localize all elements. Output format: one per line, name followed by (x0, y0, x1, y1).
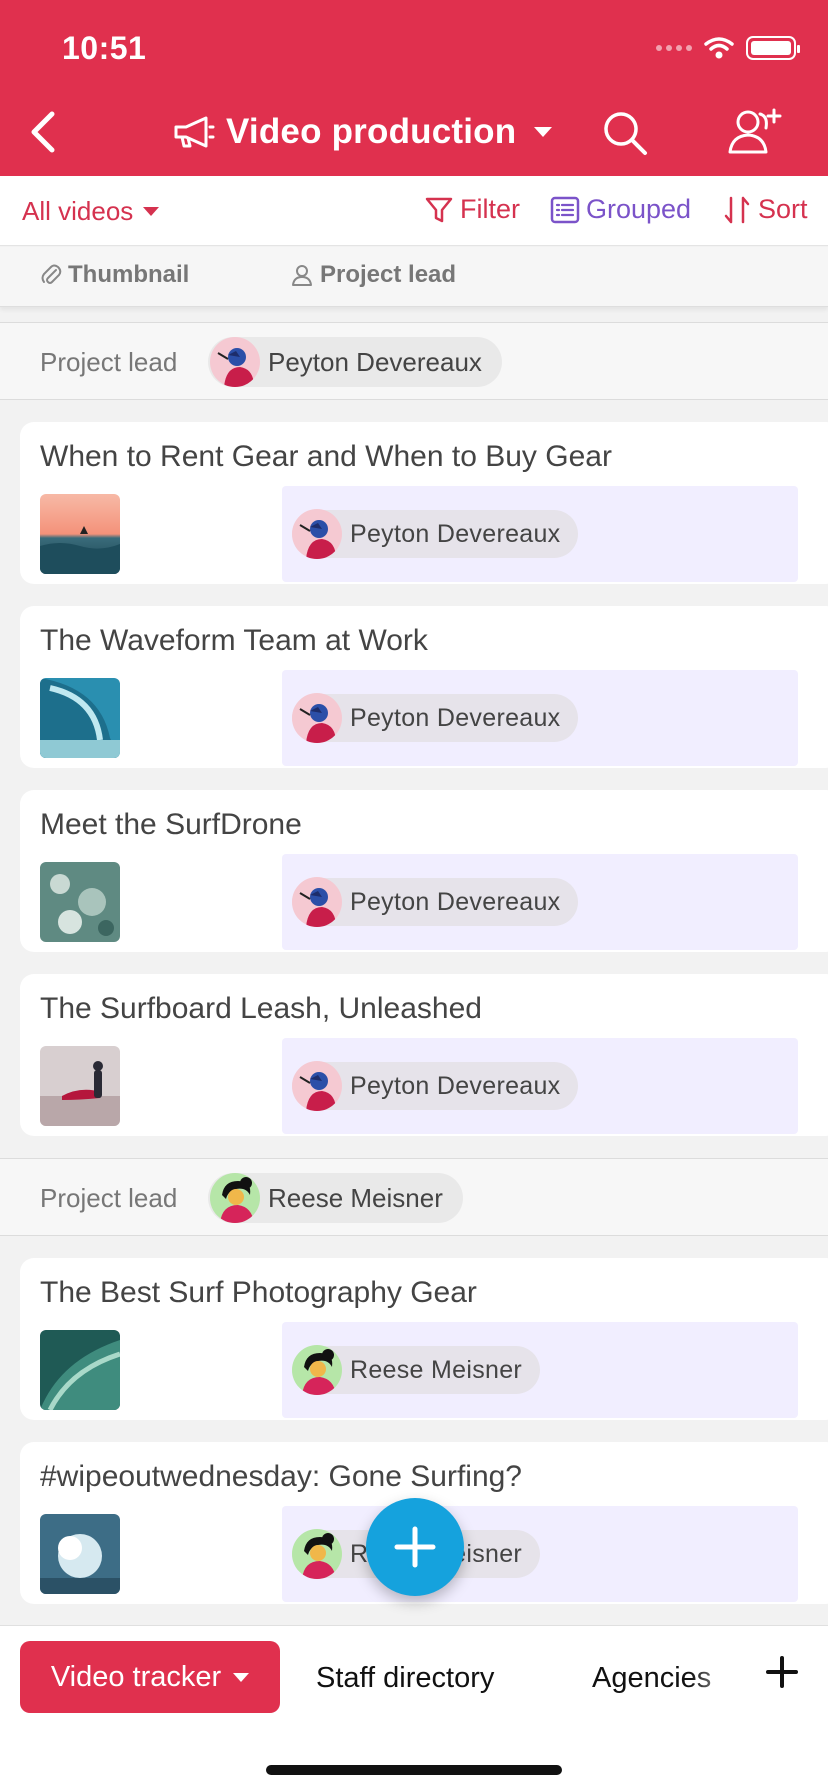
plus-icon (394, 1526, 436, 1568)
record-title: The Waveform Team at Work (40, 624, 428, 657)
megaphone-icon (174, 116, 215, 148)
avatar (292, 1529, 342, 1579)
avatar (292, 693, 342, 743)
base-title-dropdown[interactable]: Video production (172, 106, 553, 158)
view-toolbar: All videos Filter Grouped Sort (0, 176, 828, 246)
share-button[interactable] (726, 106, 784, 158)
group-person-chip: Reese Meisner (208, 1173, 463, 1223)
record-title: The Surfboard Leash, Unleashed (40, 992, 482, 1025)
chevron-down-icon (233, 1672, 250, 1682)
record-card[interactable]: Meet the SurfDrone Peyton Devereaux (20, 790, 828, 952)
filter-button[interactable]: Filter (424, 194, 520, 225)
page-title: Video production (226, 112, 517, 151)
person-name: Peyton Devereaux (350, 887, 561, 916)
add-record-button[interactable] (366, 1498, 464, 1596)
signal-icon (656, 45, 692, 51)
tab-staff-directory[interactable]: Staff directory (316, 1662, 494, 1695)
thumbnail-image (40, 862, 120, 942)
chevron-left-icon (31, 111, 55, 153)
person-chip: Peyton Devereaux (292, 877, 579, 927)
record-card[interactable]: When to Rent Gear and When to Buy Gear P… (20, 422, 828, 584)
project-lead-cell[interactable]: Peyton Devereaux (282, 670, 798, 766)
battery-icon (746, 36, 800, 60)
sort-label: Sort (758, 194, 808, 224)
back-button[interactable] (22, 108, 62, 156)
person-name: Peyton Devereaux (350, 703, 561, 732)
group-header[interactable]: Project lead Peyton Devereaux (0, 322, 828, 400)
thumbnail-image (40, 678, 120, 758)
avatar (210, 1173, 260, 1223)
group-person-name: Reese Meisner (268, 1182, 443, 1213)
record-card[interactable]: The Waveform Team at Work Peyton Deverea… (20, 606, 828, 768)
person-name: Peyton Devereaux (350, 519, 561, 548)
field-thumbnail-label: Thumbnail (68, 261, 190, 288)
record-card[interactable]: The Surfboard Leash, Unleashed Peyton De… (20, 974, 828, 1136)
view-selector-label: All videos (22, 196, 134, 226)
sort-icon (724, 196, 750, 223)
home-indicator (266, 1765, 562, 1775)
thumbnail-image (40, 1330, 120, 1410)
chevron-down-icon (534, 127, 553, 137)
record-title: The Best Surf Photography Gear (40, 1276, 477, 1309)
group-button[interactable]: Grouped (550, 194, 691, 225)
tab-video-tracker-label: Video tracker (50, 1660, 222, 1693)
person-name: Peyton Devereaux (350, 1071, 561, 1100)
record-title: When to Rent Gear and When to Buy Gear (40, 440, 612, 473)
record-card[interactable]: The Best Surf Photography Gear Reese Mei… (20, 1258, 828, 1420)
avatar (292, 877, 342, 927)
tab-fade-overlay (690, 1646, 750, 1706)
app-header: 10:51 Video production (0, 0, 828, 176)
person-name: Reese Meisner (350, 1355, 523, 1384)
paperclip-icon (41, 264, 62, 284)
person-chip: Reese Meisner (292, 1345, 541, 1395)
search-icon (604, 112, 647, 155)
avatar (292, 1061, 342, 1111)
wifi-icon (704, 37, 734, 59)
person-icon (292, 265, 312, 286)
search-button[interactable] (600, 108, 650, 158)
avatar (292, 1345, 342, 1395)
field-thumbnail[interactable]: Thumbnail (40, 261, 189, 289)
thumbnail-image (40, 1514, 120, 1594)
group-label: Project lead (40, 347, 178, 377)
tab-video-tracker[interactable]: Video tracker (20, 1641, 280, 1713)
sort-button[interactable]: Sort (722, 194, 808, 225)
field-header-bar: Thumbnail Project lead (0, 247, 828, 307)
record-title: Meet the SurfDrone (40, 808, 302, 841)
thumbnail-image (40, 494, 120, 574)
avatar (292, 509, 342, 559)
group-person-name: Peyton Devereaux (268, 346, 482, 377)
grouped-label: Grouped (586, 194, 692, 224)
avatar (210, 337, 260, 387)
person-chip: Peyton Devereaux (292, 1061, 579, 1111)
share-people-icon (728, 108, 782, 154)
status-time: 10:51 (62, 30, 147, 66)
person-chip: Peyton Devereaux (292, 693, 579, 743)
view-selector[interactable]: All videos (22, 196, 160, 227)
status-icons (656, 36, 800, 60)
field-project-lead[interactable]: Project lead (290, 261, 456, 289)
field-project-lead-label: Project lead (320, 261, 457, 288)
group-label: Project lead (40, 1183, 178, 1213)
filter-icon (425, 197, 453, 222)
project-lead-cell[interactable]: Peyton Devereaux (282, 854, 798, 950)
thumbnail-image (40, 1046, 120, 1126)
group-person-chip: Peyton Devereaux (208, 337, 502, 387)
project-lead-cell[interactable]: Peyton Devereaux (282, 1038, 798, 1134)
chevron-down-icon (143, 207, 160, 216)
group-list-icon (550, 196, 580, 223)
add-table-button[interactable] (762, 1652, 802, 1692)
filter-label: Filter (460, 194, 520, 224)
plus-icon (766, 1656, 798, 1688)
project-lead-cell[interactable]: Peyton Devereaux (282, 486, 798, 582)
project-lead-cell[interactable]: Reese Meisner (282, 1506, 798, 1602)
project-lead-cell[interactable]: Reese Meisner (282, 1322, 798, 1418)
group-header[interactable]: Project lead Reese Meisner (0, 1158, 828, 1236)
record-title: #wipeoutwednesday: Gone Surfing? (40, 1460, 522, 1493)
person-chip: Peyton Devereaux (292, 509, 579, 559)
